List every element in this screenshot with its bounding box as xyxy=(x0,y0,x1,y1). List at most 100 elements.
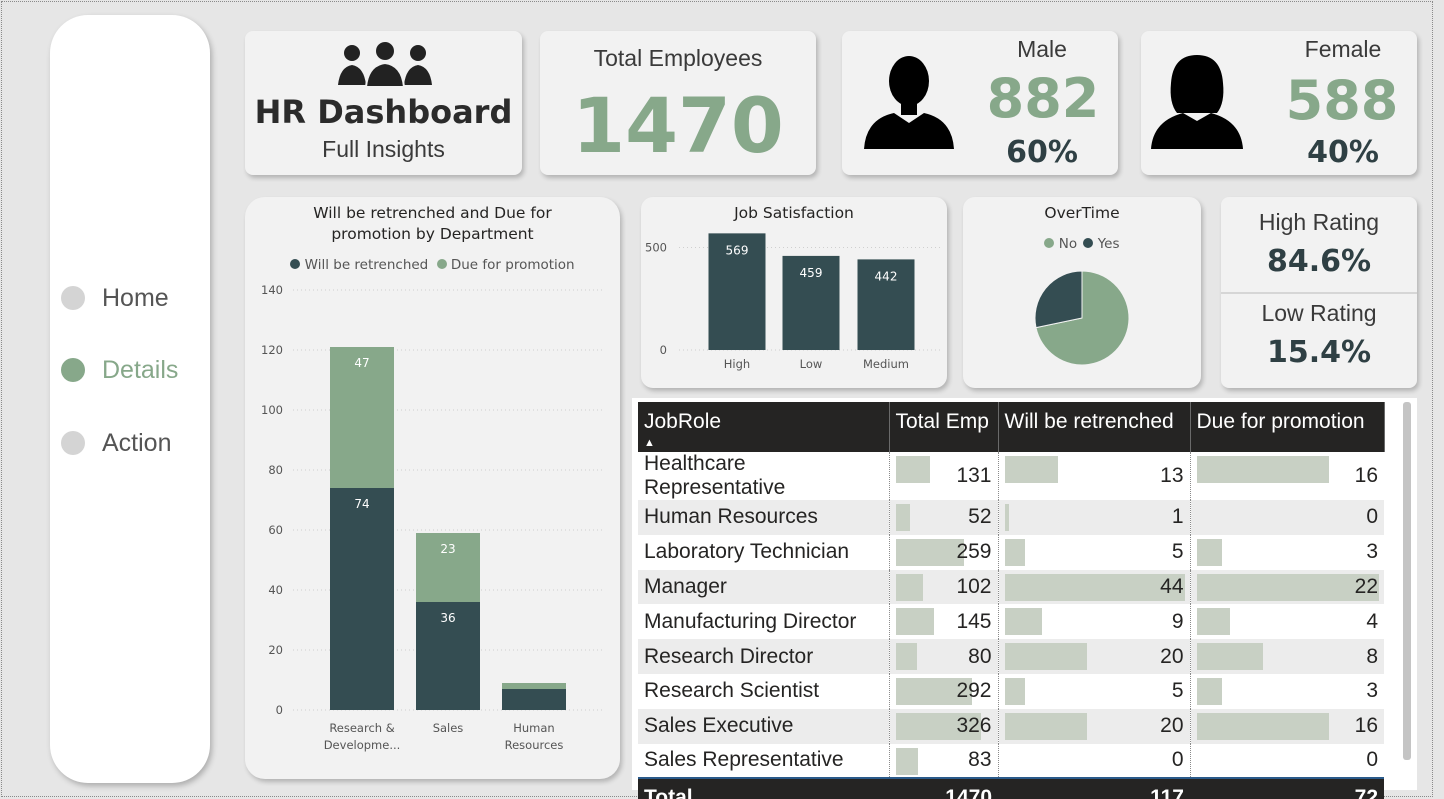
cell-value: 52 xyxy=(968,505,992,529)
table-row[interactable]: Sales Executive 326 20 16 xyxy=(638,708,1384,744)
legend-label-promotion: Due for promotion xyxy=(450,257,575,273)
cell-value: 22 xyxy=(1354,574,1378,598)
cell-value: 1 xyxy=(1171,505,1184,529)
data-bar xyxy=(1004,538,1025,566)
table-row[interactable]: Human Resources 52 1 0 xyxy=(638,500,1384,535)
kpi-label: Total Employees xyxy=(593,45,763,71)
bar-value-label: 459 xyxy=(800,266,823,280)
nav-item-action[interactable]: Action xyxy=(50,423,210,463)
cell-total-emp: 80 xyxy=(888,639,998,674)
x-tick-label: High xyxy=(724,357,750,371)
nav-label-action: Action xyxy=(102,429,172,457)
legend-label-no: No xyxy=(1058,236,1078,252)
cell-value: Sales Executive xyxy=(644,714,794,738)
y-tick-label: 40 xyxy=(268,583,283,597)
cell-total-emp: 145 xyxy=(888,604,998,640)
pie-slice xyxy=(1034,270,1083,329)
data-bar xyxy=(1196,643,1263,671)
cell-value: Research Director xyxy=(644,644,814,668)
cell-retrenched: 0 xyxy=(997,743,1190,779)
x-tick-label: Low xyxy=(800,357,823,371)
nav-dot xyxy=(61,286,85,310)
high-rating-value: 84.6% xyxy=(1266,244,1372,279)
low-rating-label: Low Rating xyxy=(1261,300,1377,326)
data-bar xyxy=(895,504,910,531)
cell-value: 102 xyxy=(956,574,992,598)
column-header-total-emp[interactable]: Total Emp xyxy=(889,402,999,452)
cell-total-emp: 83 xyxy=(888,743,998,779)
column-header-retrenched[interactable]: Will be retrenched xyxy=(998,402,1191,452)
cell-promotion: 22 xyxy=(1189,569,1384,605)
cell-value: 16 xyxy=(1354,714,1378,738)
cell-value: 5 xyxy=(1171,679,1184,703)
cell-value: 292 xyxy=(956,679,992,703)
cell-value: 9 xyxy=(1171,609,1184,633)
cell-promotion: 3 xyxy=(1189,534,1384,570)
chart-title: Will be retrenched and Due for promotion… xyxy=(313,204,552,243)
total-label: Total xyxy=(638,777,889,799)
data-bar xyxy=(1004,504,1009,531)
table-row[interactable]: Sales Representative 83 0 0 xyxy=(638,743,1384,779)
legend-dot-yes xyxy=(1083,238,1094,248)
cell-total-emp: 131 xyxy=(888,452,998,500)
table-row[interactable]: Research Scientist 292 5 3 xyxy=(638,673,1384,709)
data-bar xyxy=(1196,608,1230,636)
cell-jobrole: Healthcare Representative xyxy=(638,452,889,500)
data-bar xyxy=(895,538,964,566)
nav-item-home[interactable]: Home xyxy=(50,278,210,318)
rating-divider xyxy=(1221,292,1417,294)
kpi-label: Female xyxy=(1304,36,1382,62)
table-row[interactable]: Manager 102 44 22 xyxy=(638,569,1384,605)
bar-value-label: 47 xyxy=(354,356,369,370)
column-header-jobrole[interactable]: JobRole ▲ xyxy=(638,402,890,452)
cell-value: 326 xyxy=(956,714,992,738)
job-satisfaction-card: Job Satisfaction 0 500 569 High 459 Low 442 Med… xyxy=(641,197,947,388)
kpi-female: Female 588 40% xyxy=(1141,31,1417,175)
data-bar xyxy=(895,456,930,483)
data-bar xyxy=(895,747,918,775)
bar-value-label: 442 xyxy=(875,269,898,283)
cell-value: 83 xyxy=(968,748,992,772)
y-tick-label: 140 xyxy=(261,283,283,297)
cell-value: 3 xyxy=(1366,679,1378,703)
cell-promotion: 8 xyxy=(1189,639,1384,674)
data-bar xyxy=(1196,712,1329,740)
cell-total-emp: 259 xyxy=(888,534,998,570)
nav-item-details[interactable]: Details xyxy=(50,350,210,390)
y-tick-label: 0 xyxy=(276,703,283,717)
data-bar xyxy=(1196,538,1222,566)
kpi-value: 588 xyxy=(1285,69,1399,132)
nav-label-home: Home xyxy=(102,284,169,312)
x-tick-label: Medium xyxy=(863,357,909,371)
column-header-promotion[interactable]: Due for promotion xyxy=(1190,402,1385,452)
cell-retrenched: 20 xyxy=(997,639,1190,674)
y-tick-label: 20 xyxy=(268,643,283,657)
chart-legend: Will be retrenched Due for promotion xyxy=(245,257,620,273)
data-bar xyxy=(895,643,917,671)
table-row[interactable]: Research Director 80 20 8 xyxy=(638,639,1384,674)
cell-jobrole: Sales Representative xyxy=(638,744,889,779)
table-row[interactable]: Manufacturing Director 145 9 4 xyxy=(638,604,1384,640)
cell-promotion: 4 xyxy=(1189,604,1384,640)
dashboard-subtitle: Full Insights xyxy=(322,136,445,162)
kpi-value: 1470 xyxy=(572,81,784,170)
table-row[interactable]: Laboratory Technician 259 5 3 xyxy=(638,534,1384,570)
cell-retrenched: 5 xyxy=(997,534,1190,570)
table-scrollbar[interactable] xyxy=(1403,402,1411,760)
y-tick-label: 80 xyxy=(268,463,283,477)
kpi-percent: 60% xyxy=(1006,135,1078,170)
chart-legend: No Yes xyxy=(963,236,1201,252)
job-satisfaction-plot: 0 500 569 High 459 Low 442 Medium xyxy=(645,233,941,371)
people-group-icon xyxy=(338,40,432,88)
sort-ascending-icon[interactable]: ▲ xyxy=(644,438,883,449)
cell-promotion: 16 xyxy=(1189,708,1384,744)
kpi-percent: 40% xyxy=(1307,135,1379,170)
cell-total-emp: 52 xyxy=(888,500,998,535)
data-bar xyxy=(1196,456,1329,483)
y-tick-label: 500 xyxy=(645,241,667,255)
cell-value: 3 xyxy=(1366,540,1378,564)
cell-value: Healthcare Representative xyxy=(644,452,786,499)
legend-dot-promotion xyxy=(436,259,447,269)
table-row[interactable]: Healthcare Representative 131 13 16 xyxy=(638,452,1384,500)
data-bar xyxy=(1004,573,1185,601)
